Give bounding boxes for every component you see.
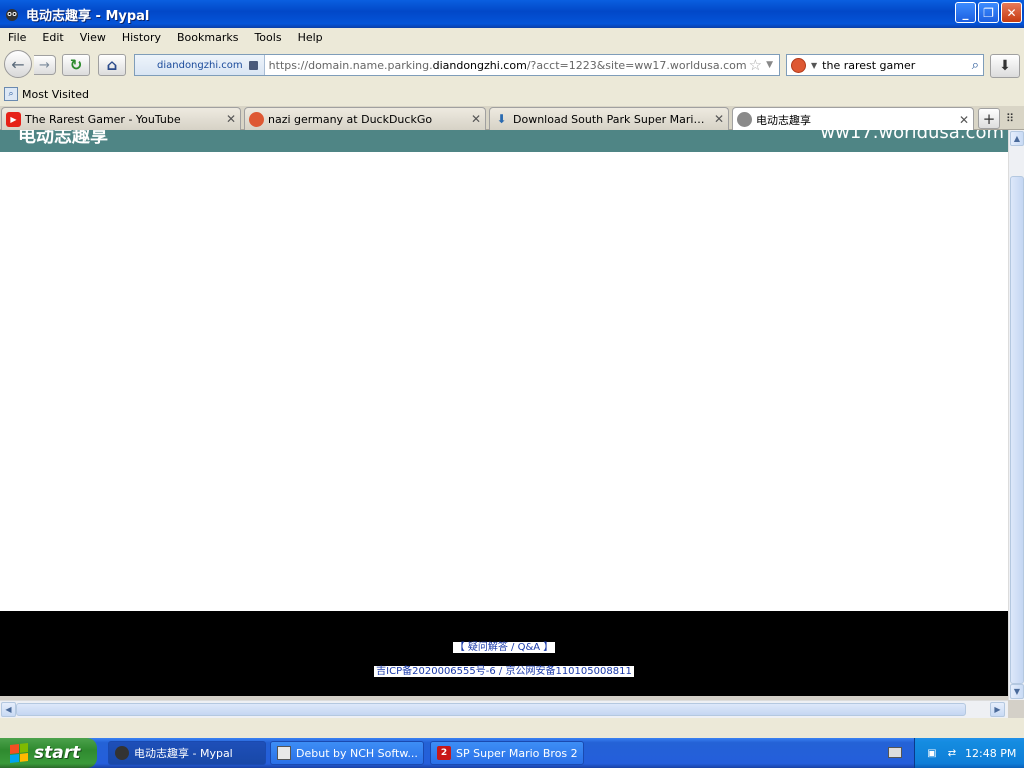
windows-logo-icon xyxy=(10,743,28,763)
menu-tools[interactable]: Tools xyxy=(246,31,289,44)
title-bar: 电动志趣享 - Mypal _ ❐ ✕ xyxy=(0,0,1024,28)
scroll-right-icon[interactable]: ▶ xyxy=(990,702,1005,717)
tab-download-south-park[interactable]: ⬇ Download South Park Super Mario Bros .… xyxy=(489,107,729,130)
tab-close-icon[interactable]: ✕ xyxy=(471,112,481,126)
menu-history[interactable]: History xyxy=(114,31,169,44)
tab-list-icon[interactable]: ⠿ xyxy=(1006,112,1014,125)
horizontal-scrollbar[interactable]: ◀ ▶ xyxy=(0,700,1008,718)
system-tray: ▣ ⇄ 12:48 PM xyxy=(914,738,1024,768)
search-engine-dropdown-icon[interactable]: ▼ xyxy=(811,61,817,70)
task-mypal[interactable]: 电动志趣享 - Mypal xyxy=(108,741,266,765)
globe-icon xyxy=(737,112,752,127)
download-site-icon: ⬇ xyxy=(496,112,507,126)
plus-icon: + xyxy=(982,109,996,128)
url-host: diandongzhi.com xyxy=(432,58,527,72)
footer-icp: 吉ICP备2020006555号-6 / 京公网安备110105008811 xyxy=(0,662,1008,677)
close-button[interactable]: ✕ xyxy=(1001,2,1022,23)
bookmark-star-icon[interactable]: ☆ xyxy=(749,56,762,74)
search-bar[interactable]: ▼ the rarest gamer ⌕ xyxy=(786,54,984,76)
search-magnifier-icon[interactable]: ⌕ xyxy=(972,58,979,73)
new-tab-button[interactable]: + xyxy=(978,108,1000,129)
task-sp-super-mario[interactable]: 2 SP Super Mario Bros 2 xyxy=(430,741,584,765)
site-identity-button[interactable]: diandongzhi.com xyxy=(135,55,265,75)
duckduckgo-engine-icon[interactable] xyxy=(791,57,806,73)
tab-close-icon[interactable]: ✕ xyxy=(714,112,724,126)
tab-youtube[interactable]: ▶ The Rarest Gamer - YouTube ✕ xyxy=(1,107,241,130)
home-button[interactable]: ⌂ xyxy=(98,54,126,76)
tab-label: nazi germany at DuckDuckGo xyxy=(268,112,433,126)
window-title: 电动志趣享 - Mypal xyxy=(26,8,150,24)
youtube-icon: ▶ xyxy=(6,111,21,127)
scroll-left-icon[interactable]: ◀ xyxy=(1,702,16,717)
identity-domain: diandongzhi.com xyxy=(157,59,243,71)
tab-label: Download South Park Super Mario Bros ... xyxy=(513,112,710,126)
taskbar: start 电动志趣享 - Mypal Debut by NCH Softw..… xyxy=(0,738,1024,768)
navigation-toolbar: ← → ↻ ⌂ diandongzhi.com https://domain.n… xyxy=(0,46,1024,82)
reload-icon: ↻ xyxy=(69,56,83,74)
site-footer: 【 疑问解答 / Q&A 】 吉ICP备2020006555号-6 / 京公网安… xyxy=(0,611,1008,696)
lock-icon xyxy=(248,60,258,70)
tab-diandongzhi[interactable]: 电动志趣享 ✕ xyxy=(732,107,974,131)
tab-close-icon[interactable]: ✕ xyxy=(226,112,236,126)
task-label: Debut by NCH Softw... xyxy=(296,746,418,760)
duckduckgo-icon xyxy=(249,111,264,127)
url-dropdown-icon[interactable]: ▼ xyxy=(766,60,773,70)
menu-help[interactable]: Help xyxy=(290,31,331,44)
menu-edit[interactable]: Edit xyxy=(34,31,71,44)
site-header: 电动志趣享 ww17.worldusa.com xyxy=(0,130,1008,152)
scroll-up-icon[interactable]: ▲ xyxy=(1010,131,1024,146)
bookmarks-toolbar: ⌕ Most Visited xyxy=(0,82,1024,106)
debut-task-icon xyxy=(277,746,291,760)
search-input[interactable]: the rarest gamer xyxy=(822,59,972,72)
tab-duckduckgo[interactable]: nazi germany at DuckDuckGo ✕ xyxy=(244,107,486,130)
vertical-scrollbar[interactable]: ▲ ▼ xyxy=(1008,130,1024,700)
horizontal-scroll-thumb[interactable] xyxy=(16,703,966,716)
site-name[interactable]: 电动志趣享 xyxy=(18,130,108,148)
url-suffix: /?acct=1223&site=ww17.worldusa.com xyxy=(526,58,747,72)
reload-button[interactable]: ↻ xyxy=(62,54,90,76)
tab-close-icon[interactable]: ✕ xyxy=(959,113,969,127)
download-arrow-icon: ⬇ xyxy=(999,58,1011,74)
footer-qa: 【 疑问解答 / Q&A 】 xyxy=(0,638,1008,653)
network-tray-icon[interactable]: ⇄ xyxy=(945,746,959,760)
menu-bar: File Edit View History Bookmarks Tools H… xyxy=(0,28,1024,46)
back-arrow-icon: ← xyxy=(11,54,25,74)
start-button[interactable]: start xyxy=(0,738,97,768)
forward-arrow-icon: → xyxy=(39,57,50,73)
site-domain: ww17.worldusa.com xyxy=(820,130,1004,143)
page-viewport: 电动志趣享 ww17.worldusa.com 【 疑问解答 / Q&A 】 吉… xyxy=(0,130,1008,696)
status-area xyxy=(0,718,1024,738)
task-debut[interactable]: Debut by NCH Softw... xyxy=(270,741,424,765)
downloads-button[interactable]: ⬇ xyxy=(990,54,1020,78)
tab-label: 电动志趣享 xyxy=(756,113,811,127)
menu-file[interactable]: File xyxy=(0,31,34,44)
url-text[interactable]: https://domain.name.parking.diandongzhi.… xyxy=(265,59,749,72)
clock[interactable]: 12:48 PM xyxy=(965,747,1016,760)
start-label: start xyxy=(34,743,81,763)
minimize-button[interactable]: _ xyxy=(955,2,976,23)
scroll-down-icon[interactable]: ▼ xyxy=(1010,684,1024,699)
keyboard-icon[interactable] xyxy=(888,747,902,758)
vertical-scroll-thumb[interactable] xyxy=(1010,176,1024,684)
icp-link[interactable]: 吉ICP备2020006555号-6 / 京公网安备110105008811 xyxy=(374,666,634,677)
tab-strip: ▶ The Rarest Gamer - YouTube ✕ nazi germ… xyxy=(0,106,1024,131)
menu-bookmarks[interactable]: Bookmarks xyxy=(169,31,246,44)
maximize-button[interactable]: ❐ xyxy=(978,2,999,23)
mypal-task-icon xyxy=(115,746,129,760)
most-visited-icon: ⌕ xyxy=(4,87,18,101)
mypal-app-icon xyxy=(6,9,18,21)
bookmark-most-visited[interactable]: Most Visited xyxy=(22,88,89,101)
url-bar[interactable]: diandongzhi.com https://domain.name.park… xyxy=(134,54,780,76)
url-prefix: https://domain.name.parking. xyxy=(268,58,433,72)
forward-button[interactable]: → xyxy=(34,55,56,75)
back-button[interactable]: ← xyxy=(4,50,32,78)
home-icon: ⌂ xyxy=(106,56,118,74)
task-label: SP Super Mario Bros 2 xyxy=(456,746,578,760)
qa-link[interactable]: 【 疑问解答 / Q&A 】 xyxy=(452,642,556,653)
sp-game-task-icon: 2 xyxy=(437,746,451,760)
tab-label: The Rarest Gamer - YouTube xyxy=(25,112,181,126)
floppy-tray-icon[interactable]: ▣ xyxy=(925,746,939,760)
menu-view[interactable]: View xyxy=(72,31,114,44)
task-label: 电动志趣享 - Mypal xyxy=(134,747,233,760)
